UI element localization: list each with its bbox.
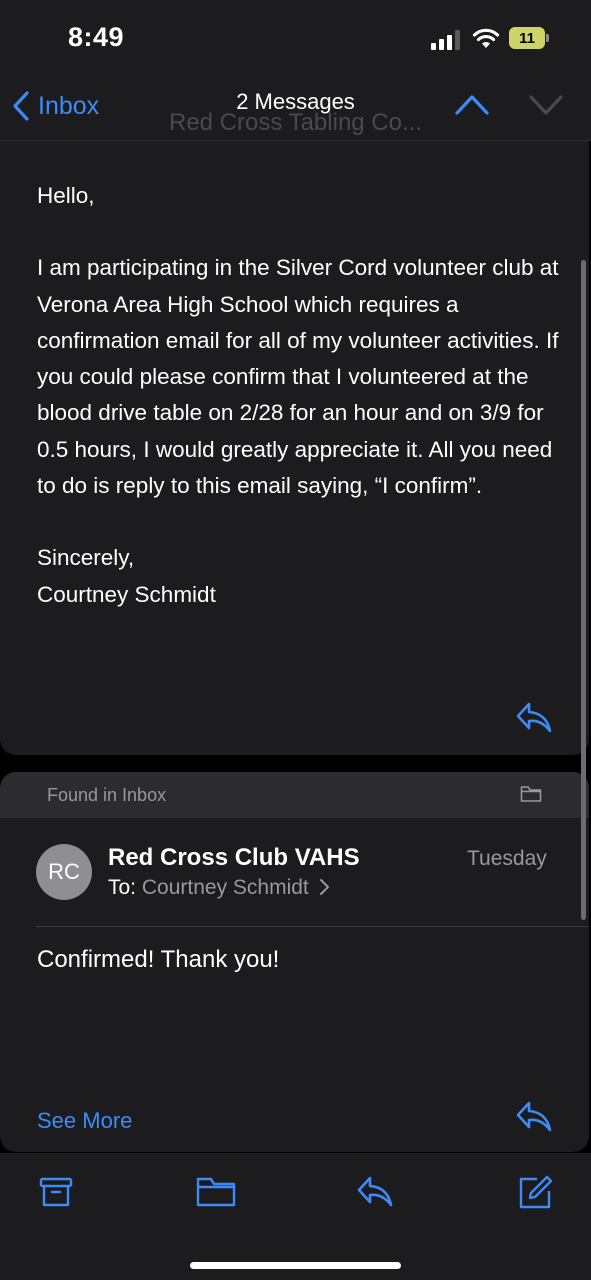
archive-icon[interactable] <box>39 1175 73 1209</box>
compose-icon[interactable] <box>517 1175 553 1211</box>
reply-icon[interactable] <box>515 1100 553 1134</box>
nav-title: 2 Messages <box>236 89 355 114</box>
chevron-down-icon[interactable] <box>528 92 564 116</box>
nav-bar: Inbox Red Cross Tabling Co... 2 Messages <box>0 78 591 141</box>
cellular-signal-icon <box>431 30 460 50</box>
reply-icon[interactable] <box>356 1175 394 1209</box>
status-time: 8:49 <box>68 22 125 52</box>
message-1-paragraph: I am participating in the Silver Cord vo… <box>37 255 559 499</box>
message-1-signoff: Sincerely, <box>37 545 135 571</box>
header-divider <box>36 926 589 927</box>
recipient-line[interactable]: To: Courtney Schmidt <box>108 876 331 900</box>
chevron-right-icon <box>319 879 329 895</box>
recipient-name[interactable]: Courtney Schmidt <box>142 876 309 899</box>
message-1-body: Hello, I am participating in the Silver … <box>37 178 567 613</box>
battery-tip <box>546 34 549 42</box>
message-2-body: Confirmed! Thank you! <box>37 946 280 973</box>
message-1-greeting: Hello, <box>37 183 95 208</box>
folder-icon[interactable] <box>196 1175 236 1209</box>
home-indicator[interactable] <box>190 1262 401 1269</box>
found-in-label: Found in Inbox <box>47 785 167 805</box>
found-in-inbox-bar: Found in Inbox <box>0 772 589 818</box>
status-bar: 8:49 11 <box>0 0 591 78</box>
bottom-toolbar <box>0 1153 591 1280</box>
folder-icon[interactable] <box>520 785 542 803</box>
scrollbar[interactable] <box>581 260 586 920</box>
message-1-signature: Courtney Schmidt <box>37 581 216 607</box>
to-label: To: <box>108 876 137 899</box>
battery-level: 11 <box>519 30 535 47</box>
battery-icon: 11 <box>509 27 545 49</box>
sender-name[interactable]: Red Cross Club VAHS <box>108 844 360 872</box>
chevron-up-icon[interactable] <box>454 92 490 116</box>
avatar: RC <box>36 844 92 900</box>
reply-icon[interactable] <box>515 701 553 735</box>
wifi-icon <box>472 28 500 48</box>
see-more-link[interactable]: See More <box>37 1108 132 1134</box>
message-date: Tuesday <box>467 847 547 870</box>
